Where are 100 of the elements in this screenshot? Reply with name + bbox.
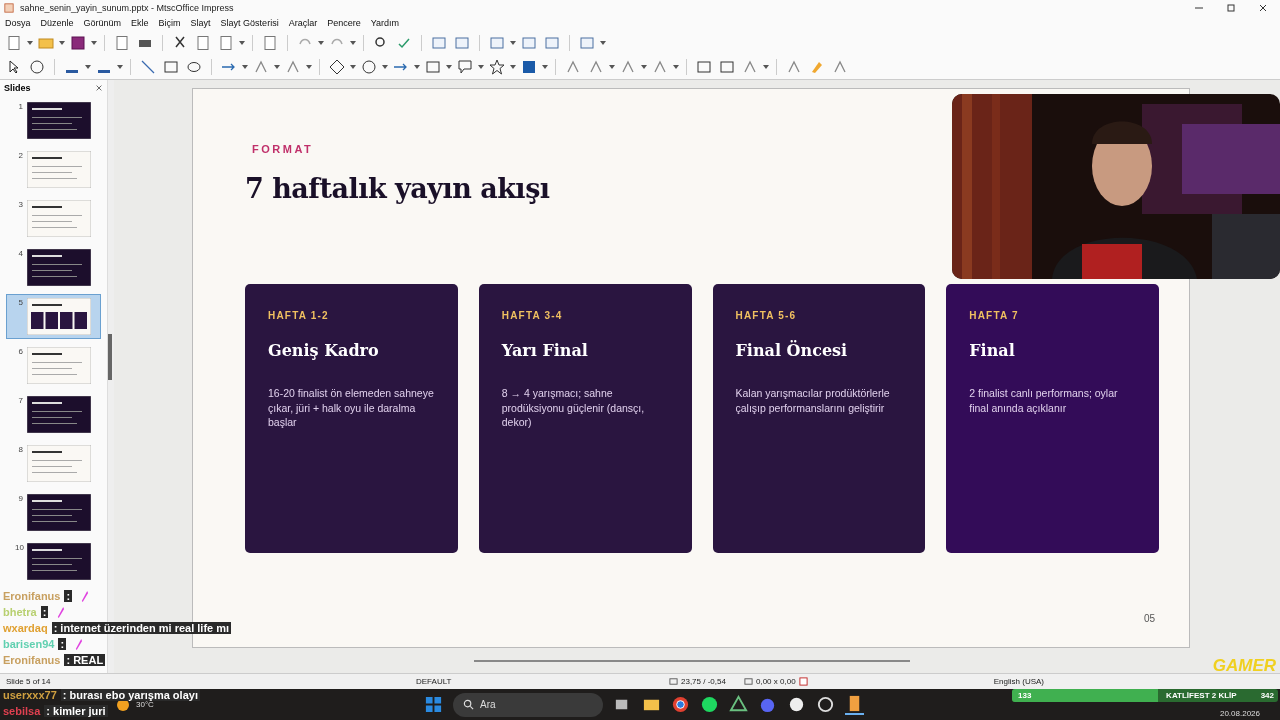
slide-title: 7 haftalık yayın akışı [245, 173, 551, 204]
card-title: Final [969, 341, 1016, 360]
close-icon[interactable] [1258, 2, 1268, 13]
caret-icon[interactable] [91, 41, 97, 45]
caret-icon[interactable] [510, 41, 516, 45]
menu-item[interactable]: Slayt [190, 18, 211, 28]
slide-thumbnail[interactable]: 7 [6, 392, 102, 437]
card-title: Yarı Final [501, 341, 589, 360]
slide-preview-drawing [27, 494, 91, 531]
slide-preview-drawing [27, 200, 91, 237]
splitter-handle[interactable] [108, 333, 113, 380]
slide-thumbnail[interactable]: 5 [6, 294, 102, 339]
caret-icon[interactable] [274, 65, 280, 69]
diamond-icon[interactable] [329, 59, 345, 75]
slide-thumbnail[interactable]: 1 [6, 98, 102, 143]
chat-message: : REAL [64, 654, 106, 666]
presentation-app-icon[interactable] [845, 694, 864, 715]
menu-item[interactable]: Araçlar [288, 18, 318, 28]
menu-item[interactable]: Düzenle [40, 18, 74, 28]
caret-icon[interactable] [306, 65, 312, 69]
slide-preview-drawing [27, 298, 91, 335]
ellipse-icon[interactable] [186, 59, 202, 75]
caret-icon[interactable] [85, 65, 91, 69]
menu-item[interactable]: Dosya [5, 18, 31, 28]
card-label: HAFTA 1-2 [268, 310, 330, 321]
app-icon[interactable] [787, 695, 806, 714]
slide-thumbnail[interactable]: 6 [6, 343, 102, 388]
browser-icon[interactable] [671, 695, 690, 714]
caret-icon[interactable] [382, 65, 388, 69]
slide-thumbnail[interactable]: 10 [6, 539, 102, 584]
chat-username: bhetra [3, 606, 37, 618]
close-icon[interactable] [95, 84, 104, 92]
caret-icon[interactable] [242, 65, 248, 69]
caret-icon[interactable] [542, 65, 548, 69]
object-size: 0,00 x 0,00 [756, 677, 796, 686]
star-icon[interactable] [489, 59, 505, 75]
menu-item[interactable]: Ekle [131, 18, 149, 28]
rectangle-icon[interactable] [163, 59, 179, 75]
slide-number: 3 [17, 200, 23, 209]
menu-item[interactable]: Görünüm [83, 18, 122, 28]
menu-item[interactable]: Slayt Gösterisi [220, 18, 279, 28]
app-icon[interactable] [816, 695, 835, 714]
slide-preview-drawing [27, 249, 91, 286]
slide-thumbnail[interactable]: 9 [6, 490, 102, 535]
chat-username: Eronifanus [3, 590, 61, 602]
caret-icon[interactable] [27, 41, 33, 45]
new-document-icon[interactable] [6, 35, 22, 51]
caret-icon[interactable] [609, 65, 615, 69]
caret-icon[interactable] [600, 41, 606, 45]
menu-item[interactable]: Biçim [158, 18, 181, 28]
card-body: 8 → 4 yarışmacı; sahne prodüksiyonu güçlenir (dansçı, dekor) [501, 386, 646, 430]
chat-message: : burası ebo yarışma olayı [60, 689, 200, 701]
caret-icon[interactable] [414, 65, 420, 69]
slide-number: 6 [17, 347, 23, 356]
card-title: Geniş Kadro [268, 341, 380, 360]
slide-number: 10 [15, 543, 23, 552]
slide-preview-drawing [27, 543, 91, 580]
caret-icon[interactable] [641, 65, 647, 69]
maximize-icon[interactable] [1226, 2, 1236, 13]
goal-title: KATLİFEST 2 KLİP [1166, 691, 1237, 700]
slide-preview-drawing [27, 102, 91, 139]
app-icon[interactable] [729, 695, 748, 714]
caret-icon[interactable] [763, 65, 769, 69]
caret-icon[interactable] [446, 65, 452, 69]
card-label: HAFTA 3-4 [501, 310, 564, 321]
callout-icon[interactable] [457, 59, 473, 75]
slide-thumbnail[interactable]: 2 [6, 147, 102, 192]
line-icon[interactable] [140, 59, 156, 75]
slide-thumbnail[interactable]: 8 [6, 441, 102, 486]
size-icon [744, 677, 753, 686]
caret-icon[interactable] [239, 41, 245, 45]
slide-thumbnail[interactable]: 4 [6, 245, 102, 290]
caret-icon[interactable] [117, 65, 123, 69]
slide-preview-drawing [27, 347, 91, 384]
caret-icon[interactable] [350, 41, 356, 45]
chat-message: : [64, 590, 73, 602]
goal-count: 133 [1018, 691, 1032, 700]
search-icon [463, 699, 474, 710]
slide-thumbnail[interactable]: 3 [6, 196, 102, 241]
caret-icon[interactable] [59, 41, 65, 45]
card-body: Kalan yarışmacılar prodüktörlerle çalışıp performanslarını geliştirir [735, 386, 891, 415]
slide-number: 4 [17, 249, 23, 258]
caret-icon[interactable] [510, 65, 516, 69]
chat-message: : kimler juri [44, 705, 108, 717]
search-field[interactable]: Ara [453, 692, 603, 717]
caret-icon[interactable] [318, 41, 324, 45]
caret-icon[interactable] [673, 65, 679, 69]
caret-icon[interactable] [350, 65, 356, 69]
language[interactable]: English (USA) [993, 677, 1044, 686]
chat-username: wxardaq [3, 622, 48, 634]
music-app-icon[interactable] [700, 695, 719, 714]
slide-number: 7 [17, 396, 23, 405]
windows-logo-icon[interactable] [424, 695, 443, 714]
goal-value: 342 [1260, 691, 1274, 700]
caret-icon[interactable] [478, 65, 484, 69]
slide-count: Slide 5 of 14 [6, 677, 52, 686]
window-title: sahne_senin_yayin_sunum.pptx - MtscOffice Impress [20, 2, 234, 13]
slide-eyebrow: FORMAT [252, 143, 315, 155]
menu-item[interactable]: Yardım [370, 18, 400, 28]
menu-item[interactable]: Pencere [327, 18, 361, 28]
